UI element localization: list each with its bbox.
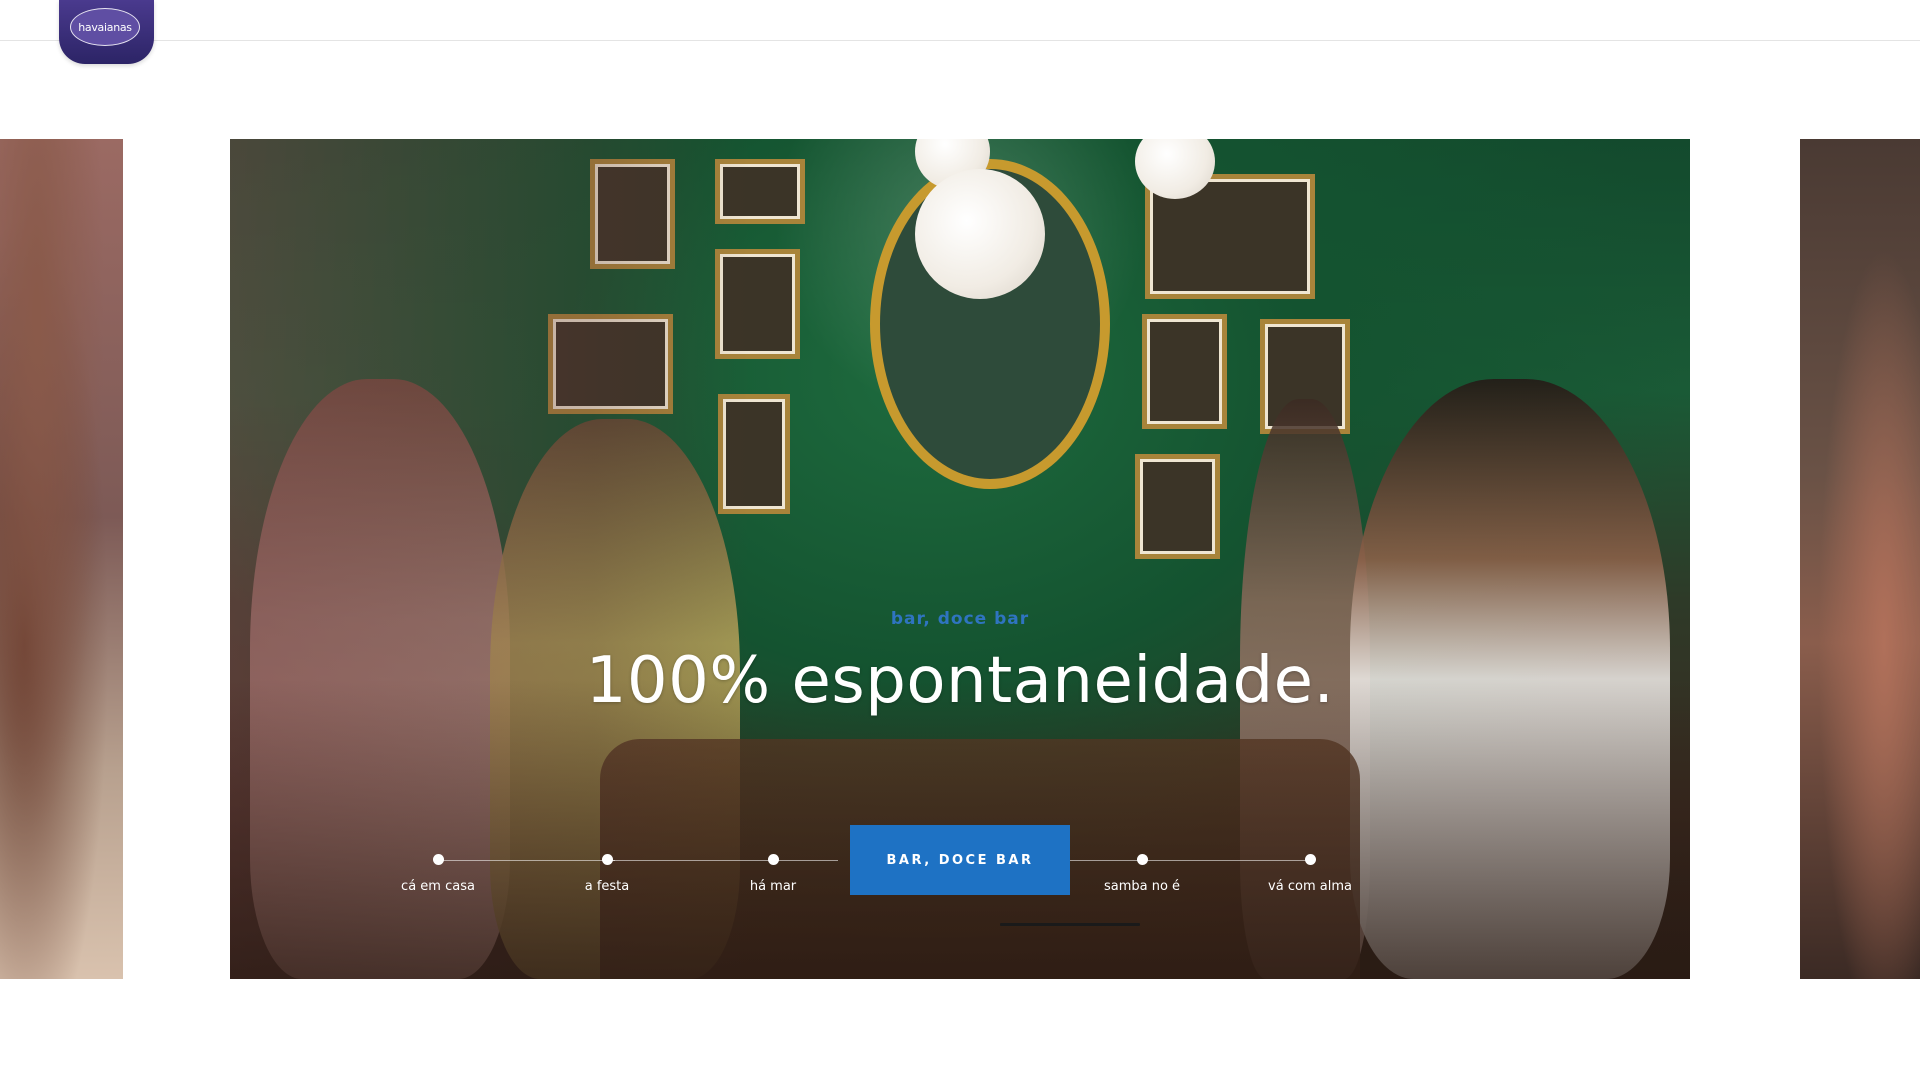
timeline-label: samba no é <box>1103 879 1181 894</box>
timeline-label: vá com alma <box>1268 879 1352 894</box>
havaianas-logo[interactable]: havaianas <box>59 0 154 64</box>
logo-text: havaianas <box>70 8 140 46</box>
active-chapter-button[interactable]: BAR, DOCE BAR <box>850 825 1070 895</box>
timeline-dot <box>767 854 779 865</box>
top-header: havaianas <box>0 0 1920 64</box>
lamp-decoration <box>915 169 1045 299</box>
previous-slide-preview[interactable] <box>0 139 123 979</box>
wall-frame <box>1142 314 1227 429</box>
hero-slide: bar, doce bar 100% espontaneidade. cá em… <box>230 139 1690 979</box>
hero-subtitle: bar, doce bar <box>890 609 1030 629</box>
hero-title: 100% espontaneidade. <box>585 644 1335 718</box>
timeline-label: há mar <box>749 879 797 894</box>
timeline-label: a festa <box>584 879 630 894</box>
timeline-dot <box>432 854 444 865</box>
timeline-item-ha-mar[interactable]: há mar <box>693 854 853 894</box>
slide-progress-bar <box>1000 923 1140 926</box>
timeline-dot <box>1304 854 1316 865</box>
timeline-dot <box>601 854 613 865</box>
timeline-item-ca-em-casa[interactable]: cá em casa <box>358 854 518 894</box>
timeline-item-a-festa[interactable]: a festa <box>527 854 687 894</box>
timeline-item-va-com-alma[interactable]: vá com alma <box>1230 854 1390 894</box>
next-slide-preview[interactable] <box>1800 139 1920 979</box>
timeline-item-samba-no-e[interactable]: samba no é <box>1062 854 1222 894</box>
timeline-dot <box>1136 854 1148 865</box>
slide-progress-fill <box>1000 923 1140 926</box>
wall-frame <box>1135 454 1220 559</box>
timeline-label: cá em casa <box>401 879 475 894</box>
